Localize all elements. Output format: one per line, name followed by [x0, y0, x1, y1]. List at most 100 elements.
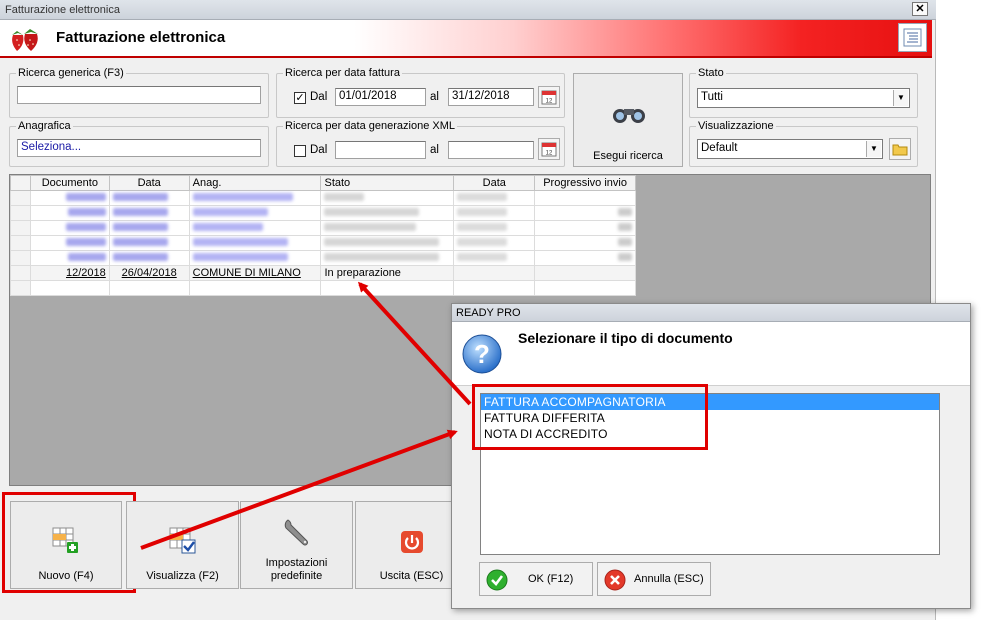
options-highlight-box	[472, 384, 708, 450]
stato-label: Stato	[696, 67, 726, 79]
table-cell	[188, 235, 322, 251]
status-cell: In preparazione	[320, 265, 455, 281]
document-cell[interactable]: 12/2018	[29, 265, 110, 281]
xml-date-from[interactable]	[335, 141, 426, 159]
calendar-icon: 12	[541, 142, 557, 157]
table-cell	[453, 280, 536, 296]
window-titlebar: Fatturazione elettronica ✕	[0, 0, 936, 20]
close-button[interactable]: ✕	[912, 2, 928, 16]
xml-calendar-button[interactable]: 12	[538, 138, 560, 160]
invoice-date-label: Ricerca per data fattura	[283, 67, 402, 79]
table-cell	[29, 235, 110, 251]
table-cell	[534, 190, 636, 206]
column-header[interactable]: Data	[453, 175, 536, 191]
row-indicator	[10, 250, 31, 266]
impostazioni-button[interactable]: Impostazioni predefinite	[240, 501, 353, 589]
table-cell	[108, 250, 190, 266]
row-indicator	[10, 265, 31, 281]
table-row[interactable]	[10, 220, 636, 236]
dialog-heading: Selezionare il tipo di documento	[518, 330, 733, 346]
table-cell	[320, 190, 455, 206]
power-icon	[400, 531, 423, 553]
table-row[interactable]	[10, 190, 636, 206]
ok-label: OK (F12)	[528, 573, 574, 585]
table-row[interactable]	[10, 250, 636, 266]
table-cell	[29, 280, 110, 296]
anagrafica-input[interactable]: Seleziona...	[17, 139, 261, 157]
column-header[interactable]: Anag.	[188, 175, 322, 191]
stato-value: Tutti	[701, 91, 723, 103]
table-cell	[534, 235, 636, 251]
generic-search-input[interactable]	[17, 86, 261, 104]
visualizza-button[interactable]: Visualizza (F2)	[126, 501, 239, 589]
invoice-date-to[interactable]: 31/12/2018	[448, 88, 534, 106]
table-cell	[453, 250, 536, 266]
column-header[interactable]: Progressivo invio	[534, 175, 636, 191]
invoice-dal-label: Dal	[310, 91, 328, 103]
stato-select[interactable]: Tutti ▼	[697, 88, 910, 108]
table-cell	[320, 235, 455, 251]
invoice-al-label: al	[430, 91, 439, 103]
table-cell	[320, 220, 455, 236]
invoice-date-checkbox[interactable]: ✓	[294, 92, 306, 104]
table-cell	[188, 190, 322, 206]
table-cell	[188, 205, 322, 221]
execute-search-button[interactable]: Esegui ricerca	[573, 73, 683, 167]
anagrafica-label: Anagrafica	[16, 120, 73, 132]
wrench-icon	[284, 519, 308, 546]
binoculars-icon	[613, 109, 645, 123]
execute-search-label: Esegui ricerca	[593, 150, 663, 162]
column-header[interactable]: Data	[108, 175, 190, 191]
chevron-down-icon: ▼	[866, 141, 881, 157]
visualizzazione-value: Default	[701, 142, 738, 154]
table-row[interactable]	[10, 280, 636, 296]
table-cell	[534, 250, 636, 266]
cancel-button[interactable]: Annulla (ESC)	[597, 562, 711, 596]
visualizzazione-label: Visualizzazione	[696, 120, 776, 132]
window-title: Fatturazione elettronica	[5, 4, 120, 16]
table-row[interactable]: 12/2018 26/04/2018 COMUNE DI MILANO In p…	[10, 265, 636, 281]
progressive-cell	[534, 265, 636, 281]
column-header[interactable]: Stato	[320, 175, 455, 191]
screen: Fatturazione elettronica ✕ Fatturazione …	[0, 0, 992, 620]
question-icon: ?	[462, 334, 502, 374]
row-indicator	[10, 235, 31, 251]
folder-button[interactable]	[889, 138, 911, 160]
xml-date-to[interactable]	[448, 141, 534, 159]
visualizza-label: Visualizza (F2)	[146, 570, 219, 582]
folder-icon	[892, 144, 908, 156]
impostazioni-label: Impostazioni predefinite	[241, 557, 352, 583]
results-table: Documento Data Anag. Stato Data Progress…	[10, 175, 636, 296]
xml-date-checkbox[interactable]	[294, 145, 306, 157]
nuovo-highlight-box	[2, 492, 136, 593]
list-view-button[interactable]	[898, 23, 927, 52]
invoice-date-group: Ricerca per data fattura ✓ Dal 01/01/201…	[276, 67, 565, 118]
table-cell	[534, 220, 636, 236]
column-header[interactable]: Documento	[29, 175, 110, 191]
table-cell	[108, 220, 190, 236]
date-cell[interactable]: 26/04/2018	[108, 265, 190, 281]
table-row[interactable]	[10, 235, 636, 251]
table-cell	[188, 280, 322, 296]
cancel-label: Annulla (ESC)	[634, 573, 704, 585]
table-cell	[453, 220, 536, 236]
header-banner: Fatturazione elettronica	[0, 20, 932, 58]
table-cell	[108, 280, 190, 296]
table-cell	[29, 220, 110, 236]
table-cell	[453, 235, 536, 251]
table-cell	[29, 190, 110, 206]
ok-button[interactable]: OK (F12)	[479, 562, 593, 596]
anag-cell[interactable]: COMUNE DI MILANO	[188, 265, 322, 281]
strawberry-icon	[12, 29, 38, 51]
table-cell	[534, 280, 636, 296]
anagrafica-group: Anagrafica Seleziona...	[9, 120, 269, 167]
document-type-dialog: READY PRO ? Selezionare il tipo di docum…	[451, 303, 971, 609]
dialog-title: READY PRO	[452, 304, 970, 322]
table-cell	[453, 190, 536, 206]
visualizzazione-select[interactable]: Default ▼	[697, 139, 883, 159]
invoice-date-from[interactable]: 01/01/2018	[335, 88, 426, 106]
invoice-calendar-button[interactable]: 12	[538, 86, 560, 108]
svg-text:12: 12	[546, 151, 553, 157]
table-row[interactable]	[10, 205, 636, 221]
list-icon	[903, 28, 922, 47]
